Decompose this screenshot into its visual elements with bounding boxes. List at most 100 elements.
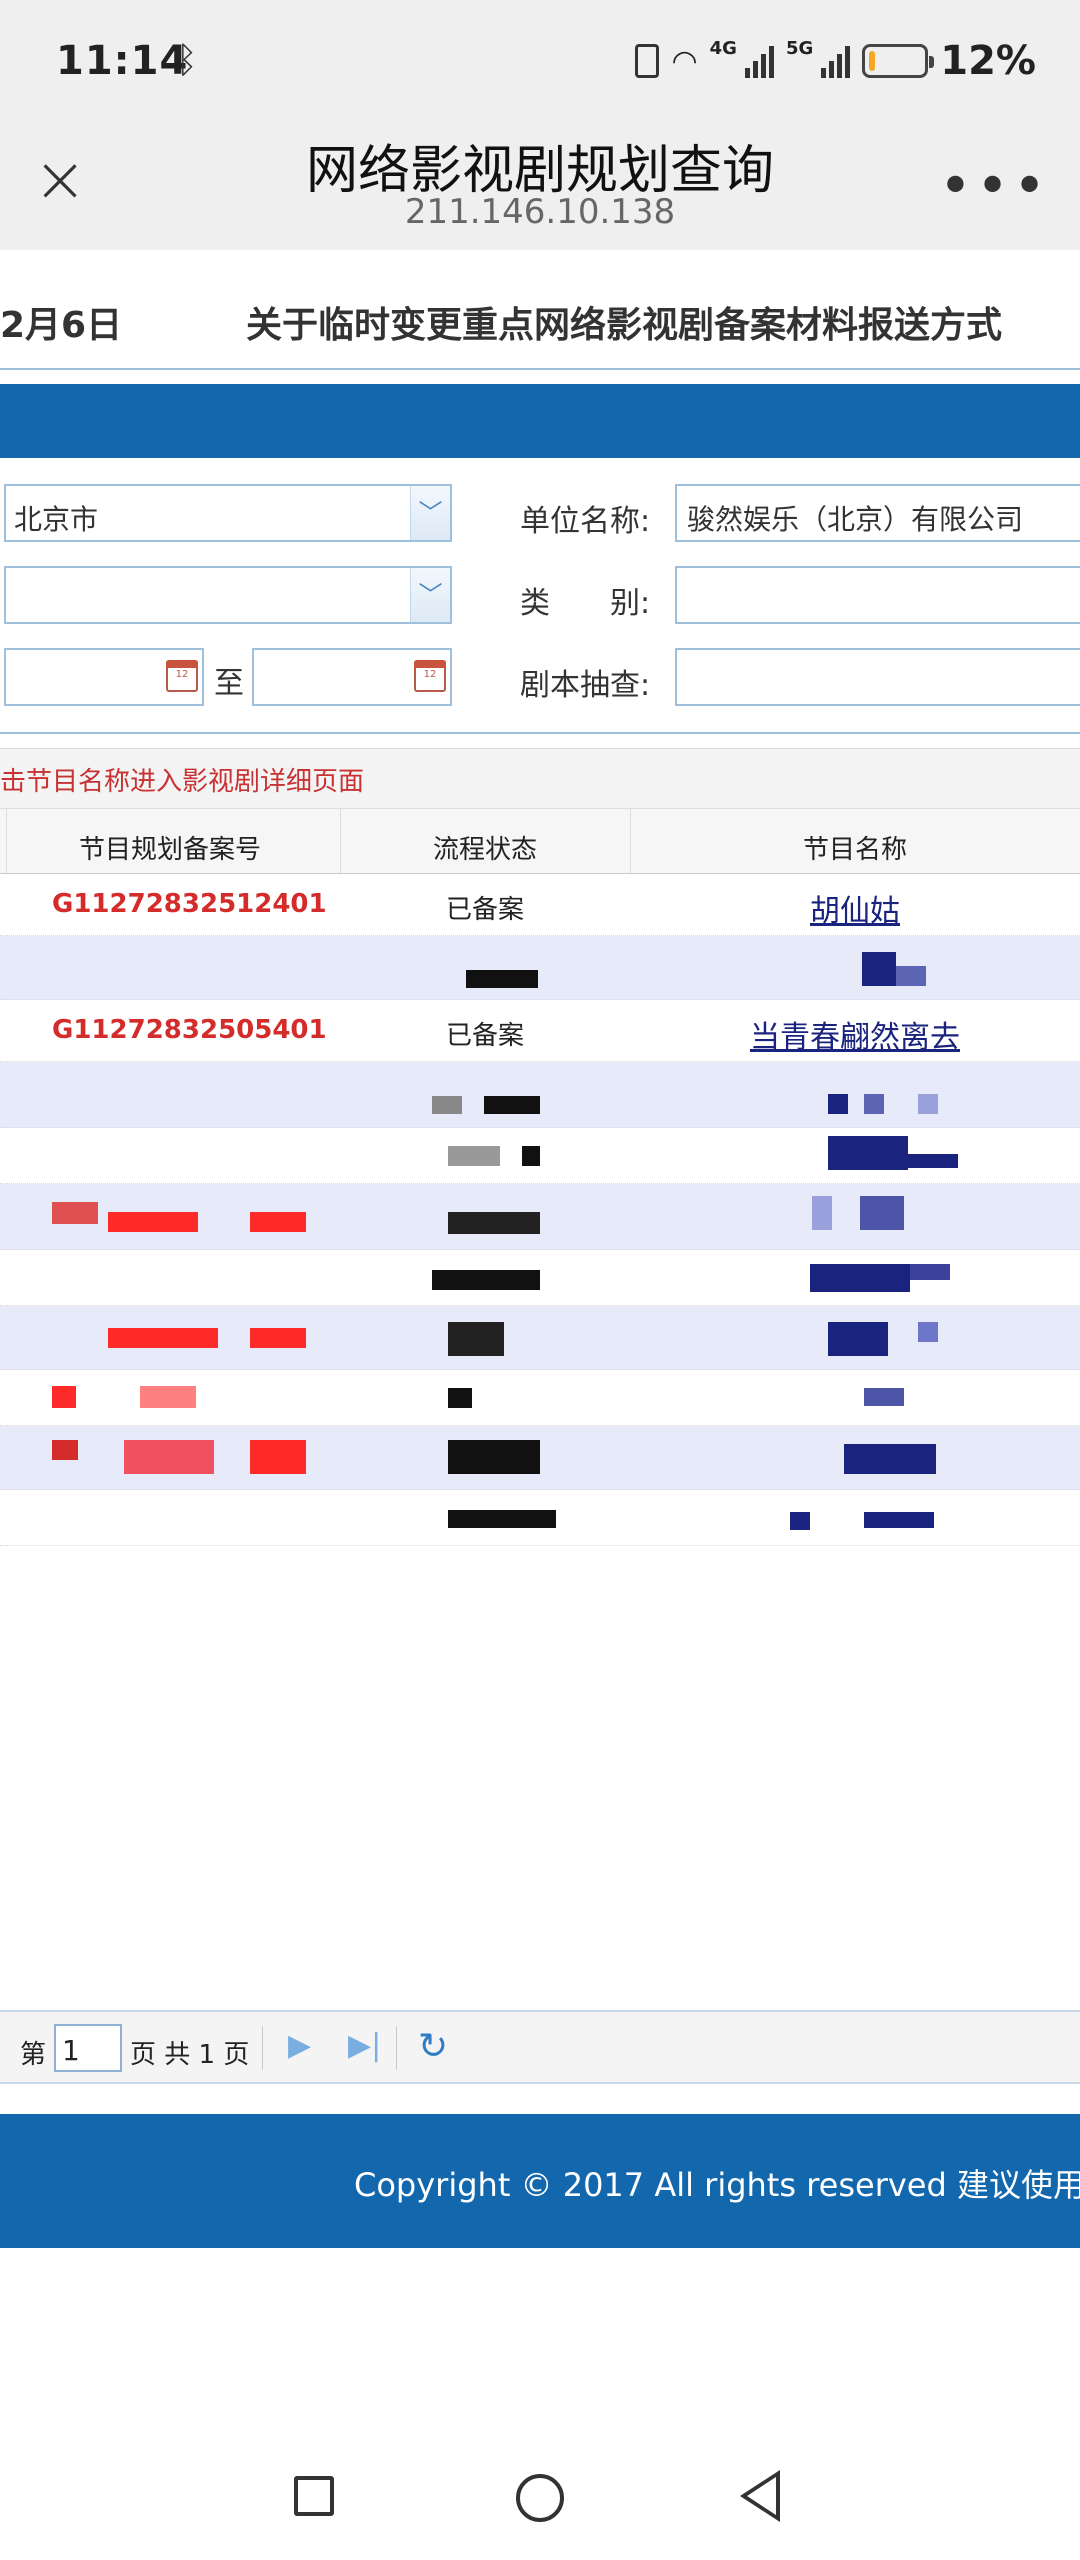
script-check-input[interactable] [675,648,1080,706]
record-status: 已备案 [445,895,524,925]
chevron-down-icon[interactable]: ﹀ [410,568,450,622]
unit-name-label: 单位名称: [520,504,651,539]
signal-5g-icon [821,44,851,78]
start-date-input[interactable]: 12 [4,648,204,706]
more-icon[interactable]: ••• [939,154,1050,219]
home-icon[interactable] [516,2474,564,2522]
table-row[interactable] [0,1426,1080,1490]
redacted-block [918,1322,938,1342]
bluetooth-icon: ᛒ [176,40,198,81]
pager: 第 1 页 共 1 页 ▶ ▶| ↻ [0,2010,1080,2084]
system-nav-bar [0,2440,1080,2560]
refresh-icon[interactable]: ↻ [418,2026,448,2067]
redacted-block [860,1196,904,1230]
next-page-icon[interactable]: ▶ [288,2028,311,2063]
signal-4g-icon [744,44,774,78]
battery-icon [862,44,935,78]
unit-name-input[interactable]: 骏然娱乐（北京）有限公司 [675,484,1080,542]
battery-percent: 12% [940,38,1036,84]
redacted-block [828,1136,908,1170]
calendar-icon[interactable]: 12 [166,660,198,692]
redacted-block [124,1440,214,1474]
redacted-block [250,1212,306,1232]
redacted-block [52,1202,98,1224]
page-prefix: 第 [20,2040,47,2070]
network-4g-label: 4G [709,38,737,59]
redacted-block [448,1146,500,1166]
hint-text: 击节目名称进入影视剧详细页面 [0,767,365,797]
region-select[interactable]: 北京市 ﹀ [4,484,452,542]
table-row[interactable] [0,1250,1080,1306]
title-bar: × 网络影视剧规划查询 211.146.10.138 ••• [0,128,1080,250]
table-row[interactable] [0,1062,1080,1128]
redacted-block [448,1212,540,1234]
hint-bar: 击节目名称进入影视剧详细页面 [0,748,1080,808]
header-band [0,384,1080,458]
script-check-label: 剧本抽查: [520,668,651,703]
record-name-link[interactable]: 胡仙姑 [630,886,1080,930]
battery-level [869,51,876,71]
redacted-block [250,1328,306,1348]
redacted-block [52,1386,76,1408]
table-row[interactable]: G11272832505401 已备案 当青春翩然离去 [0,1000,1080,1062]
redacted-block [522,1146,540,1166]
redacted-block [810,1264,910,1292]
redacted-block [108,1212,198,1232]
page-number-input[interactable]: 1 [54,2024,122,2072]
redacted-block [140,1386,196,1408]
redacted-block [432,1270,540,1290]
table-row[interactable] [0,1184,1080,1250]
redacted-block [448,1322,504,1356]
redacted-block [812,1196,832,1230]
region-select-value: 北京市 [14,503,99,536]
table-row[interactable] [0,1306,1080,1370]
status-icons: ◠ 4G 5G 12% [635,38,1036,84]
table-row[interactable] [0,1490,1080,1546]
redacted-block [790,1512,810,1530]
table-row[interactable] [0,936,1080,1000]
redacted-block [844,1444,936,1474]
end-date-input[interactable]: 12 [252,648,452,706]
redacted-block [908,1154,958,1168]
redacted-block [864,1388,904,1406]
notice-date: 2月6日 [0,305,123,346]
network-5g-label: 5G [785,38,814,59]
redacted-block [108,1328,218,1348]
table-row[interactable] [0,1370,1080,1426]
redacted-block [448,1388,472,1408]
notice-link[interactable]: 关于临时变更重点网络影视剧备案材料报送方式 [246,296,1002,348]
redacted-block [862,952,896,986]
redacted-block [52,1440,78,1460]
column-header-name[interactable]: 节目名称 [630,829,1080,866]
secondary-select[interactable]: ﹀ [4,566,452,624]
redacted-block [484,1096,540,1114]
table-row[interactable] [0,1128,1080,1184]
status-bar: 11:14 ᛒ ◠ 4G 5G 12% [0,0,1080,128]
table-header: 节目规划备案号 流程状态 节目名称 [0,808,1080,874]
column-header-status[interactable]: 流程状态 [340,829,630,866]
category-input[interactable] [675,566,1080,624]
redacted-block [466,970,538,988]
redacted-block [910,1264,950,1280]
record-status: 已备案 [445,1021,524,1051]
column-header-id[interactable]: 节目规划备案号 [0,829,340,866]
redacted-block [864,1094,884,1114]
redacted-block [864,1512,934,1528]
vibrate-icon [635,44,660,78]
back-icon[interactable] [740,2470,780,2522]
record-id: G11272832505401 [52,1015,327,1045]
search-form: 北京市 ﹀ ﹀ 12 至 12 单位名称: 骏然娱乐（北京）有限公司 类 别: … [0,458,1080,734]
results-table: 节目规划备案号 流程状态 节目名称 G11272832512401 已备案 胡仙… [0,808,1080,1546]
table-row[interactable]: G11272832512401 已备案 胡仙姑 [0,874,1080,936]
redacted-block [432,1096,462,1114]
redacted-block [918,1094,938,1114]
recents-icon[interactable] [294,2476,334,2516]
redacted-block [448,1440,540,1474]
last-page-icon[interactable]: ▶| [348,2028,381,2063]
page-url: 211.146.10.138 [404,192,676,232]
wifi-icon: ◠ [671,43,698,79]
redacted-block [250,1440,306,1474]
record-name-link[interactable]: 当青春翩然离去 [630,1012,1080,1056]
calendar-icon[interactable]: 12 [414,660,446,692]
chevron-down-icon[interactable]: ﹀ [410,486,450,540]
